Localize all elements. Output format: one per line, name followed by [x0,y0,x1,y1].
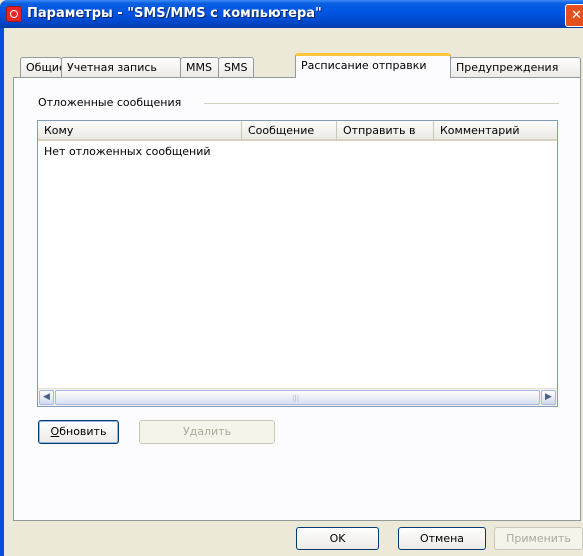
column-header-to[interactable]: Кому [38,121,242,141]
column-header-message[interactable]: Сообщение [242,121,337,141]
window-frame-left [0,28,4,556]
tab-warnings[interactable]: Предупреждения [450,57,581,77]
tab-general[interactable]: Общие [20,57,66,77]
window-title: Параметры - "SMS/MMS с компьютера" [27,6,322,21]
refresh-accelerator: О [50,425,60,438]
chevron-left-icon: ◀ [43,392,50,402]
ok-button[interactable]: OK [296,527,379,550]
app-icon [6,6,22,22]
tab-sms[interactable]: SMS [218,57,254,77]
empty-list-text: Нет отложенных сообщений [44,145,211,158]
apply-button[interactable]: Применить [494,527,583,550]
group-label: Отложенные сообщения [38,96,186,109]
scheduled-messages-list[interactable]: Кому Сообщение Отправить в Комментарий Н… [37,120,558,407]
tab-mms[interactable]: MMS [180,57,219,77]
scroll-right-button[interactable]: ▶ [541,390,556,405]
refresh-button[interactable]: Обновить [38,420,119,444]
close-button[interactable]: ✕ [565,4,583,27]
group-divider [204,103,559,104]
apply-label: Применить [506,532,571,545]
delete-label: Удалить [182,425,232,438]
chevron-right-icon: ▶ [545,392,552,402]
scroll-thumb[interactable]: ||| [55,390,540,405]
tab-account[interactable]: Учетная запись [61,57,181,77]
scroll-left-button[interactable]: ◀ [39,390,54,405]
column-header-send-at[interactable]: Отправить в [337,121,434,141]
close-icon: ✕ [571,8,582,23]
tab-schedule[interactable]: Расписание отправки [295,53,451,78]
title-bar[interactable]: Параметры - "SMS/MMS с компьютера" [0,0,583,28]
cancel-label: Отмена [419,532,465,545]
delete-button[interactable]: Удалить [139,420,275,444]
column-header-comment[interactable]: Комментарий [434,121,557,141]
refresh-label: бновить [59,425,107,438]
grip-icon: ||| [292,394,300,402]
horizontal-scrollbar[interactable]: ◀ ||| ▶ [38,388,557,406]
ok-label: OK [329,532,346,545]
cancel-button[interactable]: Отмена [398,527,486,550]
